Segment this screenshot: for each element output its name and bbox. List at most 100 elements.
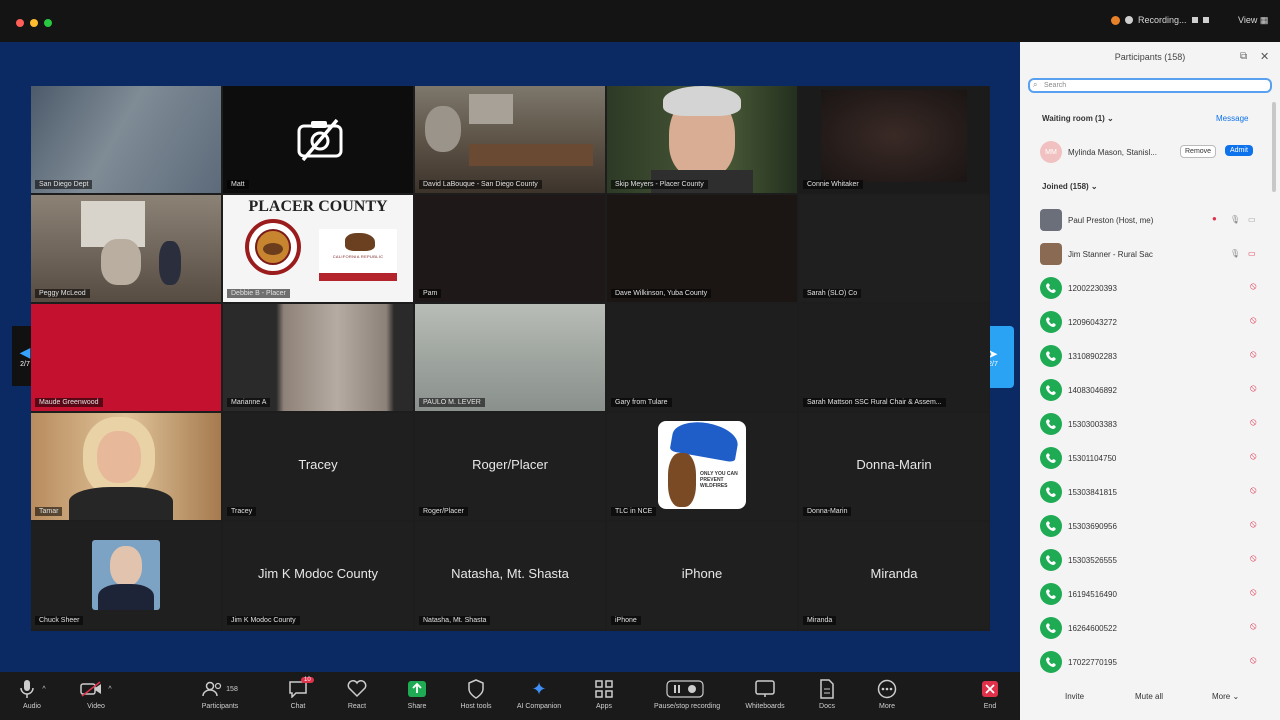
video-tile[interactable]: Donna-Marin Donna-Marin xyxy=(799,413,989,520)
video-tile[interactable]: Peggy McLeod xyxy=(31,195,221,302)
avatar xyxy=(1040,243,1062,265)
host-tools-button[interactable]: Host tools xyxy=(446,678,506,710)
ai-companion-button[interactable]: ✦ AI Companion xyxy=(509,678,569,711)
mute-all-button[interactable]: Mute all xyxy=(1135,692,1163,701)
search-icon: ⌕ xyxy=(1033,80,1038,89)
apps-button[interactable]: Apps xyxy=(574,678,634,710)
end-meeting-button[interactable]: End xyxy=(960,678,1020,710)
view-label: View xyxy=(1238,15,1258,25)
video-tile[interactable]: Roger/Placer Roger/Placer xyxy=(415,413,605,520)
video-tile[interactable]: PLACER COUNTY ★ CALIFORNIA REPUBLIC Debb… xyxy=(223,195,413,302)
participant-row[interactable]: 17022770195 ⦸ xyxy=(1020,646,1280,680)
video-tile[interactable]: Jim K Modoc County Jim K Modoc County xyxy=(223,522,413,629)
phone-icon xyxy=(1040,345,1062,367)
participant-row[interactable]: Jim Stanner - Rural Sac 🎙︎ ▭ xyxy=(1020,238,1280,272)
scrollbar[interactable] xyxy=(1272,102,1276,192)
invite-button[interactable]: Invite xyxy=(1065,692,1084,701)
participant-name: Donna-Marin xyxy=(803,507,852,516)
zoom-window-button[interactable] xyxy=(44,19,52,27)
recording-dot-icon: ● xyxy=(1212,214,1217,223)
video-tile[interactable]: David LaBouque - San Diego County xyxy=(415,86,605,193)
video-tile[interactable]: Sarah (SLO) Co xyxy=(799,195,989,302)
participant-row[interactable]: Paul Preston (Host, me) 🎙︎ ▭ ● xyxy=(1020,204,1280,238)
video-tile[interactable]: Dave Wilkinson, Yuba County xyxy=(607,195,797,302)
participant-row[interactable]: 13108902283 ⦸ xyxy=(1020,340,1280,374)
video-tile[interactable]: Natasha, Mt. Shasta Natasha, Mt. Shasta xyxy=(415,522,605,629)
participants-button[interactable]: 158 Participants xyxy=(190,678,250,710)
video-tile[interactable]: Tamar xyxy=(31,413,221,520)
chevron-up-icon[interactable]: ^ xyxy=(108,686,111,693)
video-tile[interactable]: Pam xyxy=(415,195,605,302)
participant-row[interactable]: 14083046892 ⦸ xyxy=(1020,374,1280,408)
toolbar-label: Host tools xyxy=(460,703,492,710)
recording-indicator[interactable]: Recording... xyxy=(1111,15,1209,25)
video-tile[interactable]: Connie Whitaker xyxy=(799,86,989,193)
video-camera-icon: ▭ xyxy=(1248,215,1256,224)
participant-display-name: Miranda xyxy=(870,566,918,581)
toolbar-label: Apps xyxy=(596,703,612,710)
video-tile[interactable]: PAULO M. LEVER xyxy=(415,304,605,411)
phone-icon xyxy=(1040,651,1062,673)
video-tile[interactable]: Gary from Tulare xyxy=(607,304,797,411)
participant-name: TLC in NCE xyxy=(611,507,657,516)
video-tile[interactable]: Marianne A xyxy=(223,304,413,411)
participant-row[interactable]: 16194516490 ⦸ xyxy=(1020,578,1280,612)
participant-row[interactable]: 15303003383 ⦸ xyxy=(1020,408,1280,442)
meeting-toolbar: ^ Audio ^ Video 158 Participants 10 Chat… xyxy=(0,672,1020,720)
message-link[interactable]: Message xyxy=(1216,114,1248,123)
chevron-up-icon[interactable]: ^ xyxy=(42,686,45,693)
mic-muted-icon: ⦸ xyxy=(1250,621,1257,632)
participant-row[interactable]: 15301104750 ⦸ xyxy=(1020,442,1280,476)
participant-name: 16264600522 xyxy=(1068,624,1117,633)
video-tile[interactable]: Skip Meyers - Placer County xyxy=(607,86,797,193)
participant-row[interactable]: 12002230393 ⦸ xyxy=(1020,272,1280,306)
waiting-room-header[interactable]: Waiting room (1) ⌄ xyxy=(1042,114,1114,123)
chevron-down-icon: ⌄ xyxy=(1107,114,1114,123)
video-tile[interactable]: iPhone iPhone xyxy=(607,522,797,629)
pause-icon[interactable] xyxy=(1191,17,1198,23)
participant-name: 12002230393 xyxy=(1068,284,1117,293)
joined-header[interactable]: Joined (158) ⌄ xyxy=(1042,182,1098,191)
view-button[interactable]: View ▦ xyxy=(1238,15,1268,26)
react-button[interactable]: React xyxy=(327,678,387,710)
remove-button[interactable]: Remove xyxy=(1180,145,1217,158)
pop-out-icon[interactable]: ⧉ xyxy=(1240,51,1247,62)
video-tile[interactable]: Matt xyxy=(223,86,413,193)
video-tile[interactable]: Chuck Sheer xyxy=(31,522,221,629)
video-tile[interactable]: ONLY YOU CAN PREVENT WILDFIRES TLC in NC… xyxy=(607,413,797,520)
video-camera-icon xyxy=(80,681,102,697)
chat-button[interactable]: 10 Chat xyxy=(268,677,328,710)
stop-icon[interactable] xyxy=(1202,17,1209,23)
video-tile[interactable]: Sarah Mattson SSC Rural Chair & Assem... xyxy=(799,304,989,411)
participant-row[interactable]: 12096043272 ⦸ xyxy=(1020,306,1280,340)
participant-row[interactable]: 15303526555 ⦸ xyxy=(1020,544,1280,578)
more-options-button[interactable]: More ⌄ xyxy=(1212,692,1239,701)
audio-button[interactable]: ^ Audio xyxy=(2,678,62,710)
video-tile[interactable]: San Diego Dept xyxy=(31,86,221,193)
share-button[interactable]: Share xyxy=(387,678,447,710)
search-input[interactable]: Search xyxy=(1028,78,1272,93)
video-tile[interactable]: Maude Greenwood xyxy=(31,304,221,411)
participant-row[interactable]: 16264600522 ⦸ xyxy=(1020,612,1280,646)
close-window-button[interactable] xyxy=(16,19,24,27)
close-icon[interactable]: ✕ xyxy=(1260,50,1269,63)
participant-video xyxy=(159,241,181,285)
heart-icon xyxy=(347,680,367,698)
participant-row[interactable]: 15303841815 ⦸ xyxy=(1020,476,1280,510)
pause-stop-recording-button[interactable]: Pause/stop recording xyxy=(654,678,720,710)
admit-button[interactable]: Admit xyxy=(1225,145,1253,156)
camera-off-icon xyxy=(297,118,343,162)
whiteboards-button[interactable]: Whiteboards xyxy=(735,678,795,710)
participant-name: 17022770195 xyxy=(1068,658,1117,667)
chevron-down-icon: ⌄ xyxy=(1232,692,1240,701)
participant-display-name: Jim K Modoc County xyxy=(258,566,378,581)
docs-button[interactable]: Docs xyxy=(797,678,857,710)
video-tile[interactable]: Tracey Tracey xyxy=(223,413,413,520)
more-button[interactable]: More xyxy=(857,678,917,710)
phone-icon xyxy=(1040,447,1062,469)
minimize-window-button[interactable] xyxy=(30,19,38,27)
participant-name: 15301104750 xyxy=(1068,454,1117,463)
participant-row[interactable]: 15303690956 ⦸ xyxy=(1020,510,1280,544)
video-button[interactable]: ^ Video xyxy=(66,678,126,710)
video-tile[interactable]: Miranda Miranda xyxy=(799,522,989,629)
